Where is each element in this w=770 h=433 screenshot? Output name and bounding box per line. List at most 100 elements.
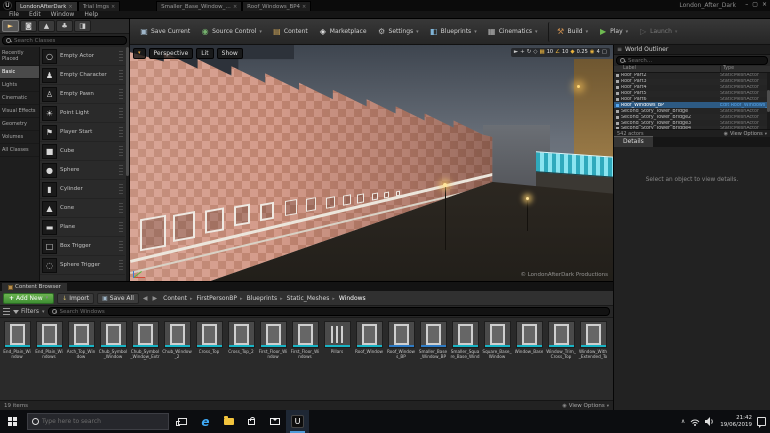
placeable-item[interactable]: ○ Empty Actor <box>40 47 125 66</box>
taskbar-search-input[interactable] <box>42 418 164 425</box>
asset-tile[interactable]: Roof_Window <box>354 321 384 400</box>
sources-panel-toggle-icon[interactable] <box>3 308 10 315</box>
asset-tile[interactable]: First_Floor_Window <box>258 321 288 400</box>
show-menu-button[interactable]: Show <box>216 48 243 59</box>
start-button[interactable] <box>0 410 25 433</box>
toolbar-button[interactable]: Marketplace <box>314 22 371 42</box>
toolbar-button[interactable]: Settings <box>373 22 423 42</box>
lit-mode-button[interactable]: Lit <box>196 48 214 59</box>
placeable-item[interactable]: ♟ Empty Character <box>40 66 125 85</box>
menu-item[interactable]: Help <box>79 11 103 19</box>
asset-tile[interactable]: Window_Base <box>514 321 544 400</box>
outliner-row[interactable]: Second_Story_Tower_Bridge4 StaticMeshAct… <box>614 126 770 129</box>
import-button[interactable]: Import <box>57 292 95 304</box>
minimize-button[interactable]: – <box>745 1 748 9</box>
outliner-search-box[interactable] <box>616 56 768 65</box>
outliner-row[interactable]: Roof_Part5 StaticMeshActor <box>614 91 770 97</box>
asset-tile[interactable]: Roof_Windows_BP <box>386 321 416 400</box>
camera-speed-value[interactable]: 4 <box>597 49 600 56</box>
close-button[interactable]: × <box>762 1 767 9</box>
drag-grip-icon[interactable] <box>119 164 123 176</box>
drag-grip-icon[interactable] <box>119 126 123 138</box>
assets-search-input[interactable] <box>59 308 606 315</box>
world-outliner-header[interactable]: World Outliner <box>614 45 770 55</box>
menu-item[interactable]: Edit <box>24 11 46 19</box>
modes-category[interactable]: Recently Placed <box>0 47 39 66</box>
maximize-viewport-icon[interactable] <box>602 49 607 56</box>
geometry-mode-icon[interactable]: ◨ <box>74 20 91 32</box>
asset-tile[interactable]: Smaller_Square_Base_Window <box>450 321 480 400</box>
drag-grip-icon[interactable] <box>119 50 123 62</box>
add-new-button[interactable]: Add New <box>3 292 55 304</box>
modes-category[interactable]: Geometry <box>0 118 39 131</box>
camera-speed-icon[interactable] <box>590 49 595 56</box>
editor-tab[interactable]: Trial Imgs <box>77 1 121 11</box>
select-tool-icon[interactable] <box>514 49 518 56</box>
placeable-item[interactable]: ● Sphere <box>40 161 125 180</box>
breadcrumb-item[interactable]: Content <box>161 295 194 302</box>
rotate-tool-icon[interactable] <box>527 49 532 56</box>
placeable-item[interactable]: ■ Cube <box>40 142 125 161</box>
asset-tile[interactable]: Window_Trim_Cross_Top <box>546 321 576 400</box>
asset-tile[interactable]: Arch_Top_Window <box>66 321 96 400</box>
taskbar-clock[interactable]: 21:42 19/06/2019 <box>720 415 752 429</box>
modes-category[interactable]: All Classes <box>0 144 39 157</box>
placeable-item[interactable]: ◌ Sphere Trigger <box>40 256 125 275</box>
placeable-item[interactable]: ▲ Cone <box>40 199 125 218</box>
scale-snap-icon[interactable] <box>570 49 574 56</box>
actor-type[interactable]: StaticMeshActor <box>720 91 768 96</box>
toolbar-button[interactable]: Source Control <box>196 22 266 42</box>
actor-type[interactable]: StaticMeshActor <box>720 121 768 126</box>
close-tab-icon[interactable] <box>233 4 237 10</box>
classes-search-box[interactable] <box>2 36 127 45</box>
unreal-editor-icon[interactable]: U <box>286 410 309 433</box>
outliner-row[interactable]: Roof_Part4 StaticMeshActor <box>614 84 770 91</box>
toolbar-button[interactable]: Save Current <box>135 22 194 42</box>
scale-tool-icon[interactable] <box>533 49 537 56</box>
breadcrumb-item[interactable]: Static_Meshes <box>285 295 337 302</box>
landscape-mode-icon[interactable]: ▲ <box>38 20 55 32</box>
drag-grip-icon[interactable] <box>119 240 123 252</box>
placeable-item[interactable]: ▮ Cylinder <box>40 180 125 199</box>
breadcrumb-item[interactable]: Blueprints <box>245 295 285 302</box>
asset-tile[interactable]: End_Plain_Windows <box>34 321 64 400</box>
outliner-row[interactable]: Roof_Part6 StaticMeshActor <box>614 96 770 103</box>
editor-tab[interactable]: Smaller_Base_Window_BP <box>156 1 243 11</box>
assets-search-box[interactable] <box>47 307 610 316</box>
modes-category[interactable]: Basic <box>0 66 39 79</box>
asset-tile[interactable]: Window_With_Extended_Top <box>578 321 608 400</box>
store-icon[interactable] <box>240 410 263 433</box>
save-all-button[interactable]: Save All <box>97 292 139 304</box>
asset-tile[interactable]: Chub_Symbol_Window_Extra_Top <box>130 321 160 400</box>
outliner-view-options-button[interactable]: View Options <box>724 131 767 137</box>
actor-type[interactable]: StaticMeshActor <box>720 109 768 114</box>
viewport-options-button[interactable] <box>133 48 146 59</box>
drag-grip-icon[interactable] <box>119 221 123 233</box>
outliner-row[interactable]: Roof_Part3 StaticMeshActor <box>614 79 770 85</box>
modes-category[interactable]: Cinematic <box>0 92 39 105</box>
classes-search-input[interactable] <box>14 37 123 44</box>
drag-grip-icon[interactable] <box>119 145 123 157</box>
placeable-item[interactable]: ♙ Empty Pawn <box>40 85 125 104</box>
edge-icon[interactable]: e <box>194 410 217 433</box>
maximize-button[interactable]: ▢ <box>752 1 758 9</box>
drag-grip-icon[interactable] <box>119 88 123 100</box>
actor-type[interactable]: Edit Roof_Windows_BP <box>720 103 768 108</box>
actor-type[interactable]: StaticMeshActor <box>720 79 768 84</box>
cb-view-options-button[interactable]: View Options <box>562 403 609 409</box>
place-mode-icon[interactable]: ► <box>2 20 19 32</box>
asset-tile[interactable]: Cross_Top_2 <box>226 321 256 400</box>
asset-tile[interactable]: End_Plain_Window <box>2 321 32 400</box>
outliner-row[interactable]: Roof_Part2 StaticMeshActor <box>614 73 770 79</box>
toolbar-button[interactable]: Play <box>594 22 632 42</box>
drag-grip-icon[interactable] <box>119 202 123 214</box>
asset-tile[interactable]: Smaller_Base_Window_BP <box>418 321 448 400</box>
breadcrumb-item[interactable]: FirstPersonBP <box>195 295 245 302</box>
asset-tile[interactable]: Chub_Symbol_Window <box>98 321 128 400</box>
action-center-icon[interactable] <box>757 417 766 428</box>
rotation-snap-icon[interactable] <box>555 49 560 56</box>
back-arrow-icon[interactable] <box>142 295 149 302</box>
menu-item[interactable]: Window <box>46 11 80 19</box>
placeable-item[interactable]: ☀ Point Light <box>40 104 125 123</box>
actor-type[interactable]: StaticMeshActor <box>720 126 768 129</box>
